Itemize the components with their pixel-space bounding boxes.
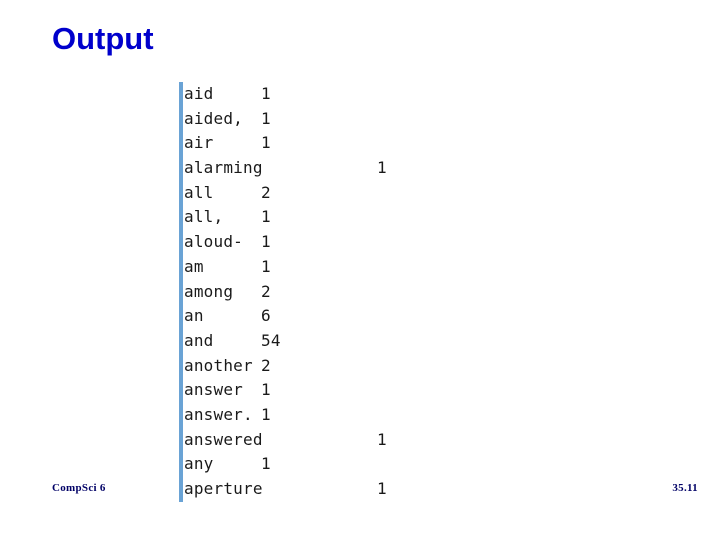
- output-word: air: [184, 133, 214, 153]
- output-word: aided,: [184, 108, 243, 128]
- output-word: all: [184, 182, 214, 202]
- output-count: 1: [261, 380, 271, 400]
- output-word: aloud-: [184, 232, 243, 252]
- output-word: aid: [184, 84, 214, 103]
- output-row: aid 1: [184, 82, 387, 107]
- output-word: an: [184, 306, 204, 326]
- output-row: any 1: [184, 452, 387, 477]
- output-count: 1: [261, 133, 271, 153]
- footer-page-number: 35.11: [672, 482, 698, 494]
- output-word: alarming: [184, 158, 263, 178]
- output-row: aloud- 1: [184, 230, 387, 255]
- output-word: aperture: [184, 479, 263, 498]
- output-row: answer 1: [184, 378, 387, 403]
- output-count: 1: [261, 404, 271, 424]
- output-count: 1: [261, 232, 271, 252]
- output-word: all,: [184, 207, 224, 227]
- output-count: 1: [377, 158, 387, 178]
- output-word: among: [184, 281, 234, 301]
- output-row: all 2: [184, 181, 387, 206]
- output-word: and: [184, 330, 214, 350]
- output-word: answer.: [184, 404, 253, 424]
- output-row: alarming 1: [184, 156, 387, 181]
- output-count: 6: [261, 306, 271, 326]
- output-row: aided, 1: [184, 107, 387, 132]
- output-left-accent-bar: [179, 82, 183, 502]
- output-row: an 6: [184, 304, 387, 329]
- output-row: among 2: [184, 280, 387, 305]
- output-word: am: [184, 256, 204, 276]
- output-count: 1: [261, 454, 271, 474]
- output-row: aperture 1: [184, 477, 387, 502]
- output-row: am 1: [184, 255, 387, 280]
- output-count: 1: [261, 108, 271, 128]
- output-count: 1: [261, 256, 271, 276]
- output-row: another 2: [184, 354, 387, 379]
- output-row: answer. 1: [184, 403, 387, 428]
- output-lines-container: aid 1 aided, 1 air 1 alarming 1 all 2 all, 1 aloud- 1…: [184, 82, 387, 502]
- footer-course-label: CompSci 6: [52, 482, 106, 494]
- output-count: 2: [261, 355, 271, 375]
- output-count: 1: [377, 479, 387, 498]
- output-count: 54: [261, 330, 281, 350]
- output-word: answer: [184, 380, 243, 400]
- output-row: all, 1: [184, 205, 387, 230]
- output-row: answered 1: [184, 428, 387, 453]
- output-count: 2: [261, 182, 271, 202]
- output-word: any: [184, 454, 214, 474]
- output-count: 1: [377, 429, 387, 449]
- output-text-block: aid 1 aided, 1 air 1 alarming 1 all 2 all, 1 aloud- 1…: [179, 82, 479, 502]
- output-word: answered: [184, 429, 263, 449]
- page-title: Output: [52, 21, 154, 56]
- output-row: and 54: [184, 329, 387, 354]
- output-count: 2: [261, 281, 271, 301]
- output-count: 1: [261, 84, 271, 103]
- output-count: 1: [261, 207, 271, 227]
- output-row: air 1: [184, 131, 387, 156]
- output-word: another: [184, 355, 253, 375]
